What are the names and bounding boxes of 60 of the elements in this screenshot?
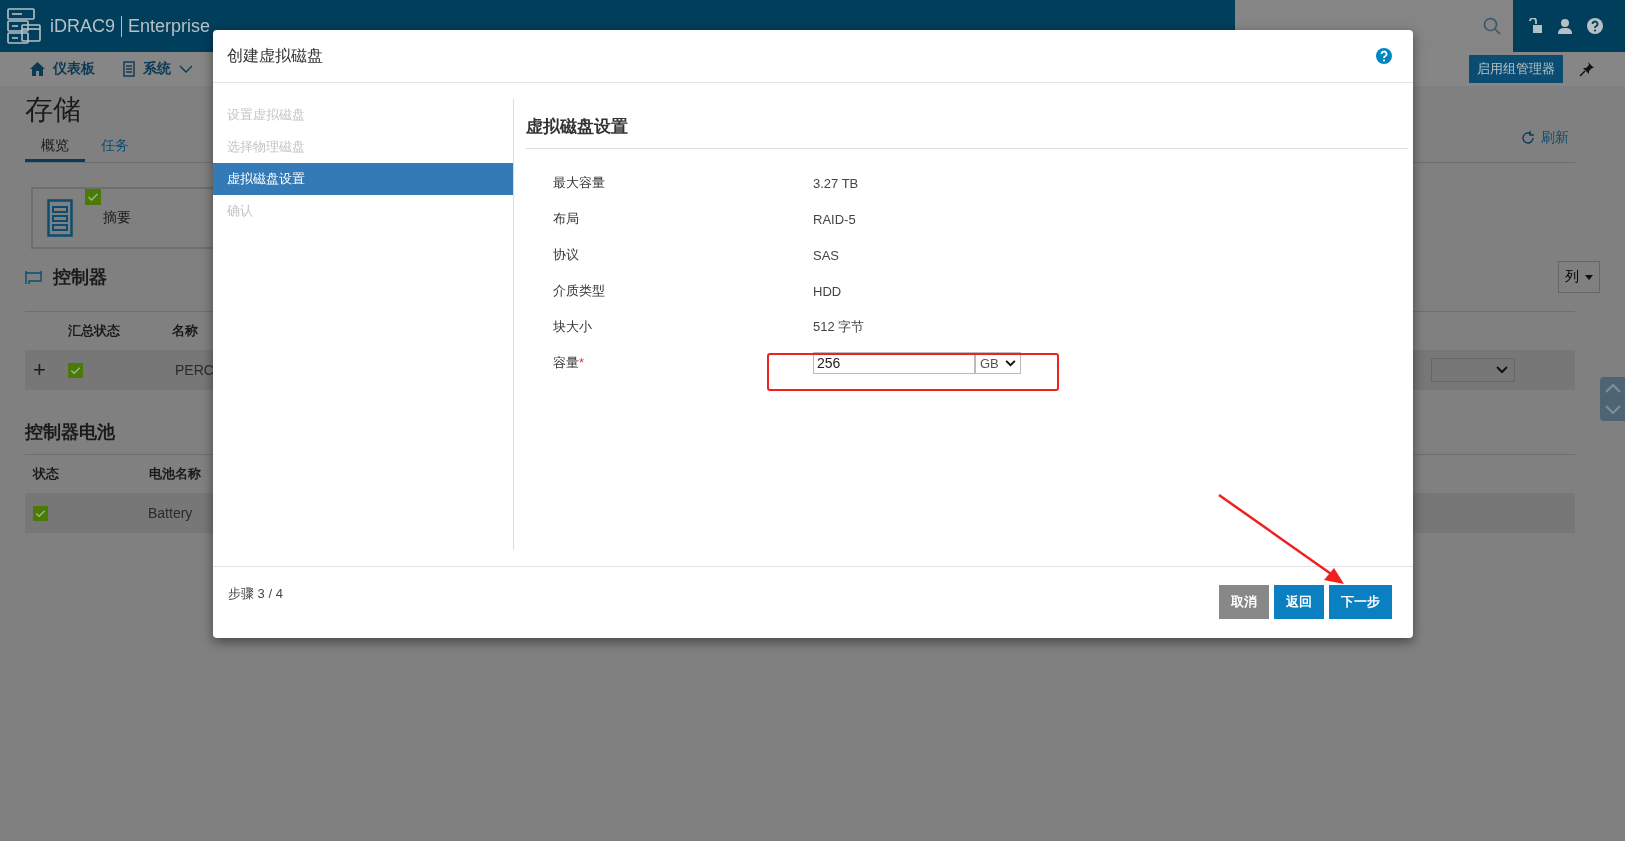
refresh-icon <box>1521 131 1535 145</box>
home-icon <box>30 62 45 76</box>
field-label: 块大小 <box>553 318 593 336</box>
dialog-button[interactable]: 取消 <box>1219 585 1269 619</box>
tab[interactable]: 任务 <box>85 133 145 162</box>
caret-icon <box>1585 274 1593 280</box>
table-cell: PERC <box>175 362 214 378</box>
capacity-field[interactable]: 256 <box>813 352 975 374</box>
page-title: 存储 <box>25 93 81 127</box>
storage-icon <box>47 199 73 237</box>
section-title: 控制器电池 <box>25 421 115 444</box>
field-value: 512 字节 <box>813 318 865 336</box>
help-icon[interactable] <box>1376 48 1392 64</box>
check-icon <box>33 505 48 521</box>
refresh-button[interactable]: 刷新 <box>1515 128 1575 148</box>
unlock-icon[interactable] <box>1527 18 1543 34</box>
nav-item[interactable]: 系统 <box>123 60 193 78</box>
tab[interactable]: 概览 <box>25 133 85 162</box>
product-edition: Enterprise <box>127 15 211 37</box>
required-mark: * <box>579 355 585 370</box>
controller-card-icon <box>25 269 43 285</box>
help-icon[interactable] <box>1587 18 1603 34</box>
check-icon <box>85 189 101 205</box>
nav-item[interactable]: 仪表板 <box>30 60 95 78</box>
field-label: 最大容量 <box>553 174 606 192</box>
field-label: 介质类型 <box>553 282 606 300</box>
step-counter: 步骤 3 / 4 <box>228 585 283 603</box>
field-label: 协议 <box>553 246 580 264</box>
dialog-button[interactable]: 下一步 <box>1329 585 1392 619</box>
summary-label: 摘要 <box>103 209 131 227</box>
group-manager-button[interactable]: 启用组管理器 <box>1469 55 1563 83</box>
field-label: 容量 <box>553 355 579 370</box>
column-header: 电池名称 <box>149 465 201 483</box>
chevron-icon <box>179 65 193 73</box>
wizard-step[interactable]: 虚拟磁盘设置 <box>213 163 513 195</box>
server-icon <box>6 7 42 45</box>
server-icon <box>123 61 135 77</box>
column-header: 名称 <box>172 322 198 340</box>
check-icon <box>68 362 83 378</box>
column-header: 状态 <box>33 465 59 483</box>
user-icon[interactable] <box>1557 18 1573 34</box>
table-cell: Battery <box>148 505 193 521</box>
dialog-title: 创建虚拟磁盘 <box>227 45 323 66</box>
chevron-icon <box>1004 359 1016 367</box>
columns-dropdown[interactable]: 列 <box>1558 261 1600 293</box>
field-label: 布局 <box>553 210 580 228</box>
dialog-button[interactable]: 返回 <box>1274 585 1324 619</box>
product-name: iDRAC9 <box>50 15 122 37</box>
chevron-icon <box>1496 366 1508 374</box>
column-header: 汇总状态 <box>68 322 120 340</box>
section-title: 控制器 <box>53 266 107 289</box>
field-value: SAS <box>813 247 839 263</box>
field-value: HDD <box>813 283 842 299</box>
field-value: RAID-5 <box>813 211 856 227</box>
pin-icon[interactable] <box>1579 61 1595 77</box>
field-value: 3.27 TB <box>813 175 859 191</box>
expand-button[interactable]: + <box>33 357 68 383</box>
unit-dropdown[interactable]: GB <box>975 352 1021 374</box>
search-icon <box>1483 17 1501 35</box>
section-title: 虚拟磁盘设置 <box>526 99 1408 149</box>
